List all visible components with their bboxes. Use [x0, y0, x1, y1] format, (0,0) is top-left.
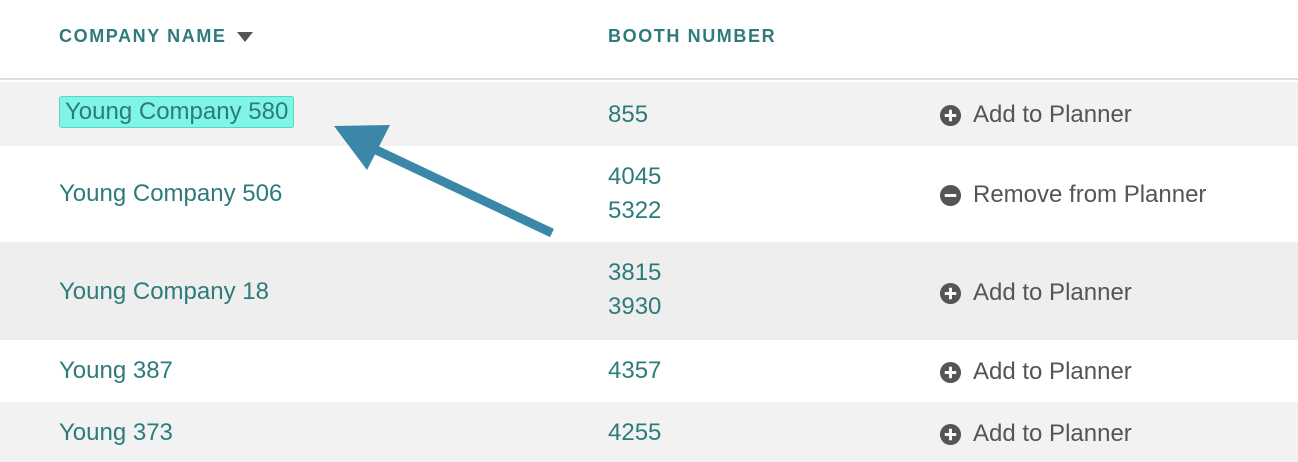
booth-number-cell: 855	[608, 98, 648, 132]
booth-number: 855	[608, 101, 649, 128]
booth-number-cell: 3815 3930	[608, 256, 661, 324]
table-row: Young 373 4255 Add to Planner	[0, 402, 1298, 462]
company-name-link[interactable]: Young 373	[59, 419, 173, 447]
company-name-link[interactable]: Young Company 580	[59, 96, 295, 128]
booth-number: 5322	[608, 197, 662, 224]
planner-action-label: Add to Planner	[973, 279, 1132, 306]
minus-circle-icon	[939, 184, 962, 206]
add-to-planner-button[interactable]: Add to Planner	[939, 358, 1132, 386]
plus-circle-icon	[939, 104, 962, 126]
booth-number-column-header[interactable]: BOOTH NUMBER	[608, 26, 776, 47]
company-name-link[interactable]: Young 387	[59, 357, 173, 385]
plus-circle-icon	[939, 282, 962, 304]
add-to-planner-button[interactable]: Add to Planner	[939, 101, 1132, 129]
company-name-link[interactable]: Young Company 18	[59, 278, 269, 306]
add-to-planner-button[interactable]: Add to Planner	[939, 279, 1132, 307]
planner-action-label: Add to Planner	[973, 101, 1132, 128]
table-row: Young Company 506 4045 5322 Remove from …	[0, 146, 1298, 242]
company-name-link[interactable]: Young Company 506	[59, 180, 282, 208]
table-row: Young Company 580 855 Add to Planner	[0, 82, 1298, 146]
booth-number: 3930	[608, 293, 662, 320]
planner-action-label: Remove from Planner	[973, 181, 1207, 208]
planner-action-label: Add to Planner	[973, 420, 1132, 447]
table-header: COMPANY NAME BOOTH NUMBER	[0, 0, 1298, 80]
booth-number-header-label: BOOTH NUMBER	[608, 26, 777, 46]
remove-from-planner-button[interactable]: Remove from Planner	[939, 181, 1206, 209]
planner-action-label: Add to Planner	[973, 358, 1132, 385]
booth-number-cell: 4357	[608, 354, 661, 388]
booth-number: 4357	[608, 357, 662, 384]
company-name-header-label: COMPANY NAME	[59, 26, 227, 46]
company-name-column-header[interactable]: COMPANY NAME	[59, 26, 253, 47]
booth-number-cell: 4255	[608, 416, 661, 450]
booth-number: 4255	[608, 419, 662, 446]
booth-number: 3815	[608, 259, 662, 286]
table-row: Young Company 18 3815 3930 Add to Planne…	[0, 242, 1298, 340]
booth-number-cell: 4045 5322	[608, 160, 661, 228]
sort-descending-icon	[236, 31, 253, 42]
add-to-planner-button[interactable]: Add to Planner	[939, 420, 1132, 448]
table-row: Young 387 4357 Add to Planner	[0, 340, 1298, 402]
plus-circle-icon	[939, 361, 962, 383]
plus-circle-icon	[939, 423, 962, 445]
booth-number: 4045	[608, 163, 662, 190]
